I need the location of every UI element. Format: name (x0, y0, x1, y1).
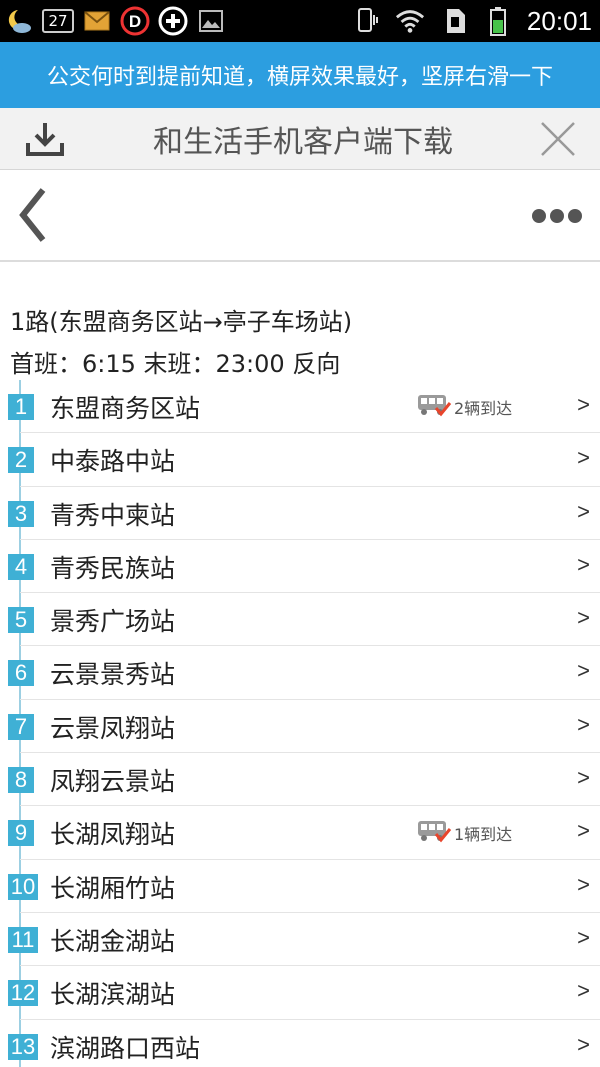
station-row[interactable]: 9 长湖凤翔站 1辆到达 > (8, 806, 600, 860)
station-number-marker: 6 (8, 660, 34, 687)
route-times[interactable]: 首班：6:15 末班：23:00 反向 (10, 344, 340, 379)
station-name: 东盟商务区站 (50, 394, 201, 423)
station-name: 云景凤翔站 (50, 713, 176, 743)
station-name: 云景景秀站 (50, 660, 176, 690)
bus-icon (416, 392, 452, 422)
station-name: 景秀广场站 (50, 607, 176, 637)
download-icon[interactable] (0, 108, 90, 170)
more-dot (568, 209, 582, 223)
station-name: 凤翔云景站 (50, 767, 176, 797)
station-row[interactable]: 13 滨湖路口西站 > (8, 1020, 600, 1067)
close-icon[interactable] (516, 108, 600, 170)
chevron-right-icon[interactable]: > (577, 978, 590, 1004)
wifi-icon (395, 6, 425, 36)
d-app-icon: D (120, 6, 150, 36)
station-number-marker: 4 (8, 553, 34, 580)
station-row[interactable]: 12 长湖滨湖站 > (8, 966, 600, 1020)
chevron-right-icon[interactable]: > (577, 552, 590, 578)
station-number-marker: 7 (8, 713, 34, 740)
battery-icon (483, 6, 513, 36)
station-name: 滨湖路口西站 (50, 1033, 201, 1063)
chevron-right-icon[interactable]: > (577, 765, 590, 791)
bus-arrival-badge: 1辆到达 (416, 818, 512, 848)
station-row[interactable]: 7 云景凤翔站 > (8, 700, 600, 754)
calendar-badge-icon: 27 (42, 9, 74, 33)
bus-arrival-text: 1辆到达 (454, 825, 513, 845)
chevron-right-icon[interactable]: > (577, 605, 590, 631)
tip-banner: 公交何时到提前知道，横屏效果最好，坚屏右滑一下 (0, 42, 600, 108)
chevron-right-icon[interactable]: > (577, 658, 590, 684)
station-number-marker: 13 (8, 1033, 38, 1060)
chevron-right-icon[interactable]: > (577, 445, 590, 471)
station-number-marker: 5 (8, 607, 34, 634)
more-options-icon[interactable] (528, 198, 586, 234)
nav-bar (0, 170, 600, 262)
station-number-marker: 9 (8, 820, 34, 847)
station-name: 青秀民族站 (50, 553, 176, 583)
bus-arrival-text: 2辆到达 (454, 399, 513, 418)
chevron-right-icon[interactable]: > (577, 925, 590, 951)
station-row[interactable]: 4 青秀民族站 > (8, 540, 600, 594)
screen: 27 D 20:01 公交何时到提前知道，横屏效果最好，坚屏右滑一下 和生活手机… (0, 0, 600, 1067)
station-row[interactable]: 5 景秀广场站 > (8, 593, 600, 647)
more-dot (532, 209, 546, 223)
chevron-right-icon[interactable]: > (577, 872, 590, 898)
image-icon (196, 6, 226, 36)
station-number-marker: 11 (8, 926, 38, 953)
bus-icon (416, 818, 452, 848)
station-name: 长湖凤翔站 (50, 820, 176, 850)
bus-arrival-badge: 2辆到达 (416, 392, 512, 422)
status-bar: 27 D 20:01 (0, 0, 600, 42)
more-dot (550, 209, 564, 223)
chevron-right-icon[interactable]: > (577, 818, 590, 844)
station-name: 长湖厢竹站 (50, 873, 176, 903)
add-circle-icon (158, 6, 188, 36)
station-number-marker: 1 (8, 394, 34, 420)
station-name: 长湖滨湖站 (50, 980, 176, 1010)
station-row[interactable]: 10 长湖厢竹站 > (8, 860, 600, 913)
clock: 20:01 (526, 5, 592, 36)
status-bar-left: 27 D (0, 0, 226, 42)
sim-icon (439, 6, 469, 36)
station-rows: 1 东盟商务区站 2辆到达 >2 中泰路中站 >3 青秀中柬站 >4 青秀民族站 >5 景秀广场站 >… (0, 380, 600, 1067)
station-number-marker: 2 (8, 447, 34, 474)
station-list: 1 东盟商务区站 2辆到达 >2 中泰路中站 >3 青秀中柬站 >4 青秀民族站 >5 景秀广场站 >… (0, 380, 600, 1067)
chevron-right-icon[interactable]: > (577, 499, 590, 525)
chevron-right-icon[interactable]: > (577, 712, 590, 738)
station-row[interactable]: 3 青秀中柬站 > (8, 487, 600, 540)
tip-banner-text: 公交何时到提前知道，横屏效果最好，坚屏右滑一下 (46, 65, 553, 90)
vibrate-icon (351, 6, 381, 36)
back-chevron-icon[interactable] (10, 184, 54, 246)
station-row[interactable]: 2 中泰路中站 > (8, 433, 600, 487)
chevron-right-icon[interactable]: > (577, 1032, 590, 1058)
weather-moon-icon (4, 6, 34, 36)
download-bar-text[interactable]: 和生活手机客户端下载 (90, 117, 516, 161)
station-number-marker: 3 (8, 500, 34, 527)
svg-text:D: D (129, 12, 141, 31)
station-name: 长湖金湖站 (50, 926, 176, 956)
station-row[interactable]: 6 云景景秀站 > (8, 646, 600, 700)
status-bar-right: 20:01 (351, 0, 600, 42)
station-number-marker: 12 (8, 980, 38, 1007)
chevron-right-icon[interactable]: > (577, 392, 590, 418)
station-row[interactable]: 8 凤翔云景站 > (8, 753, 600, 807)
station-row[interactable]: 11 长湖金湖站 > (8, 913, 600, 967)
station-name: 青秀中柬站 (50, 500, 176, 530)
station-number-marker: 10 (8, 873, 38, 900)
download-bar[interactable]: 和生活手机客户端下载 (0, 108, 600, 170)
route-title: 1路(东盟商务区站→亭子车场站) (10, 308, 353, 336)
mail-icon (82, 6, 112, 36)
station-number-marker: 8 (8, 767, 34, 794)
station-name: 中泰路中站 (50, 447, 176, 477)
station-row[interactable]: 1 东盟商务区站 2辆到达 > (8, 380, 600, 434)
